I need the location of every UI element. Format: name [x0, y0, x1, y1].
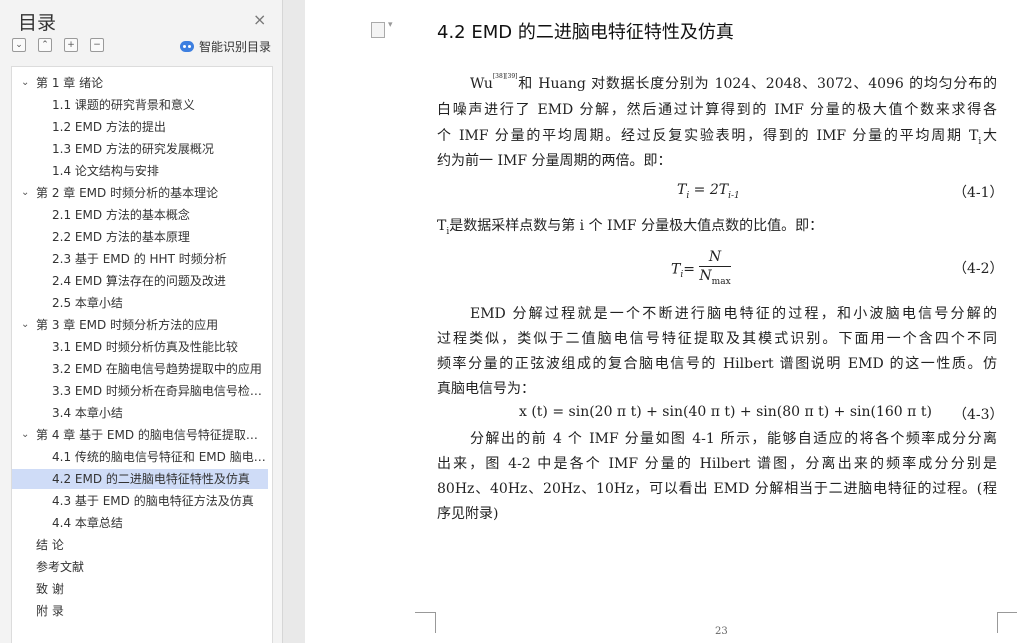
document-page: 4.2 EMD 的二进脑电特征特性及仿真 Wu[38][39]和 Huang 对… — [305, 0, 1017, 643]
equation-4-3: x (t) = sin(20 π t) + sin(40 π t) + sin(… — [519, 404, 932, 420]
toc-item-label: 4.4 本章总结 — [52, 516, 123, 530]
smart-toc-button[interactable]: 智能识别目录 — [180, 38, 271, 55]
toc-section-item[interactable]: 4.2 EMD 的二进脑电特征特性及仿真 — [12, 469, 268, 489]
paragraph-line: Ti是数据采样点数与第 i 个 IMF 分量极大值点数的比值。即： — [437, 218, 824, 237]
toc-item-label: 第 3 章 EMD 时频分析方法的应用 — [36, 318, 219, 332]
toc-section-item[interactable]: 3.2 EMD 在脑电信号趋势提取中的应用 — [12, 359, 268, 379]
page-options-icon[interactable] — [371, 20, 393, 38]
equation-number: （4-3） — [953, 407, 1004, 423]
equation-4-2: Ti= N Nmax — [671, 249, 731, 287]
toc-item-label: 2.1 EMD 方法的基本概念 — [52, 208, 190, 222]
paragraph-line: EMD 分解过程就是一个不断进行脑电特征的过程，和小波脑电信号分解的 — [470, 306, 997, 322]
toc-chapter-item[interactable]: 附 录 — [12, 601, 268, 621]
toc-item-label: 3.3 EMD 时频分析在奇异脑电信号检测中的应用 — [52, 384, 268, 398]
toc-section-item[interactable]: 1.4 论文结构与安排 — [12, 161, 268, 181]
toc-toolbar: ⌄ ⌃ + − — [12, 38, 104, 54]
toc-chapter-item[interactable]: ⌄ 第 2 章 EMD 时频分析的基本理论 — [12, 183, 268, 203]
chevron-down-icon[interactable]: ⌄ — [21, 315, 29, 335]
toc-item-label: 4.1 传统的脑电信号特征和 EMD 脑电特征 — [52, 450, 268, 464]
toc-item-label: 第 2 章 EMD 时频分析的基本理论 — [36, 186, 219, 200]
toc-section-item[interactable]: 1.2 EMD 方法的提出 — [12, 117, 268, 137]
paragraph-line: 频率分量的正弦波组成的复合脑电信号的 Hilbert 谱图说明 EMD 的这一性… — [437, 356, 997, 372]
toc-section-item[interactable]: 2.4 EMD 算法存在的问题及改进 — [12, 271, 268, 291]
paragraph-line: 约为前一 IMF 分量周期的两倍。即： — [437, 153, 672, 169]
toc-item-label: 1.3 EMD 方法的研究发展概况 — [52, 142, 214, 156]
toc-section-item[interactable]: 2.1 EMD 方法的基本概念 — [12, 205, 268, 225]
paragraph-line: 白噪声进行了 EMD 分解，然后通过计算得到的 IMF 分量的极大值个数来求得各 — [437, 102, 997, 118]
paragraph-line: 出来，图 4-2 中是各个 IMF 分量的 Hilbert 谱图，分离出来的频率… — [437, 456, 997, 472]
paragraph-line: 个 IMF 分量的平均周期。经过反复实验表明，得到的 IMF 分量的平均周期 T… — [437, 128, 998, 147]
toc-item-label: 结 论 — [36, 538, 64, 552]
toc-item-label: 2.2 EMD 方法的基本原理 — [52, 230, 190, 244]
robot-icon — [180, 41, 194, 52]
paragraph-line: 真脑电信号为： — [437, 381, 535, 397]
toc-chapter-item[interactable]: ⌄ 第 3 章 EMD 时频分析方法的应用 — [12, 315, 268, 335]
toc-section-item[interactable]: 1.1 课题的研究背景和意义 — [12, 95, 268, 115]
toc-chapter-item[interactable]: 参考文献 — [12, 557, 268, 577]
close-icon[interactable]: × — [253, 10, 266, 29]
toc-item-label: 2.4 EMD 算法存在的问题及改进 — [52, 274, 226, 288]
paragraph-line: Wu[38][39]和 Huang 对数据长度分别为 1024、2048、307… — [470, 73, 997, 92]
toc-section-item[interactable]: 3.3 EMD 时频分析在奇异脑电信号检测中的应用 — [12, 381, 268, 401]
paragraph-line: 80Hz、40Hz、20Hz、10Hz，可以看出 EMD 分解相当于二进脑电特征… — [437, 481, 997, 497]
toc-section-item[interactable]: 4.3 基于 EMD 的脑电特征方法及仿真 — [12, 491, 268, 511]
toc-item-label: 1.4 论文结构与安排 — [52, 164, 159, 178]
paragraph-line: 过程类似，类似于二值脑电信号特征提取及其模式识别。下面用一个含四个不同 — [437, 331, 997, 347]
toc-section-item[interactable]: 2.2 EMD 方法的基本原理 — [12, 227, 268, 247]
expand-all-button[interactable]: ⌄ — [12, 38, 26, 52]
toc-item-label: 3.2 EMD 在脑电信号趋势提取中的应用 — [52, 362, 262, 376]
toc-item-label: 第 4 章 基于 EMD 的脑电信号特征提取方法 — [36, 428, 268, 442]
toc-chapter-item[interactable]: ⌄ 第 4 章 基于 EMD 的脑电信号特征提取方法 — [12, 425, 268, 445]
collapse-all-button[interactable]: ⌃ — [38, 38, 52, 52]
page-corner-mark — [415, 612, 436, 633]
toc-item-label: 3.4 本章小结 — [52, 406, 123, 420]
toc-chapter-item[interactable]: 结 论 — [12, 535, 268, 555]
equation-number: （4-2） — [953, 261, 1004, 277]
toc-chapter-item[interactable]: ⌄ 第 1 章 绪论 — [12, 73, 268, 93]
toc-section-item[interactable]: 4.4 本章总结 — [12, 513, 268, 533]
chevron-down-icon[interactable]: ⌄ — [21, 425, 29, 445]
toc-section-item[interactable]: 2.3 基于 EMD 的 HHT 时频分析 — [12, 249, 268, 269]
toc-item-label: 第 1 章 绪论 — [36, 76, 104, 90]
toc-section-item[interactable]: 2.5 本章小结 — [12, 293, 268, 313]
chevron-down-icon[interactable]: ⌄ — [21, 73, 29, 93]
page-corner-mark — [997, 612, 1017, 633]
toc-item-label: 1.1 课题的研究背景和意义 — [52, 98, 195, 112]
toc-item-label: 4.3 基于 EMD 的脑电特征方法及仿真 — [52, 494, 254, 508]
section-heading: 4.2 EMD 的二进脑电特征特性及仿真 — [437, 22, 734, 43]
equation-4-1: Ti = 2Ti-1 — [677, 182, 740, 201]
toc-section-item[interactable]: 4.1 传统的脑电信号特征和 EMD 脑电特征 — [12, 447, 268, 467]
add-entry-button[interactable]: + — [64, 38, 78, 52]
toc-chapter-item[interactable]: 致 谢 — [12, 579, 268, 599]
toc-section-item[interactable]: 1.3 EMD 方法的研究发展概况 — [12, 139, 268, 159]
toc-section-item[interactable]: 3.4 本章小结 — [12, 403, 268, 423]
toc-item-label: 2.3 基于 EMD 的 HHT 时频分析 — [52, 252, 227, 266]
toc-item-label: 3.1 EMD 时频分析仿真及性能比较 — [52, 340, 238, 354]
smart-toc-label: 智能识别目录 — [199, 40, 272, 54]
toc-section-item[interactable]: 3.1 EMD 时频分析仿真及性能比较 — [12, 337, 268, 357]
toc-item-label: 附 录 — [36, 604, 64, 618]
toc-item-label: 致 谢 — [36, 582, 64, 596]
toc-navigation-pane: 目录 × ⌄ ⌃ + − 智能识别目录 ⌄ 第 1 章 绪论 1.1 课题的研究背景… — [0, 0, 283, 643]
toc-item-label: 1.2 EMD 方法的提出 — [52, 120, 166, 134]
chevron-down-icon[interactable]: ⌄ — [21, 183, 29, 203]
paragraph-line: 分解出的前 4 个 IMF 分量如图 4-1 所示，能够自适应的将各个频率成分分… — [470, 431, 997, 447]
equation-number: （4-1） — [953, 185, 1004, 201]
nav-title: 目录 — [18, 12, 57, 34]
toc-item-label: 参考文献 — [36, 560, 85, 574]
page-number: 23 — [715, 626, 728, 637]
toc-item-label: 4.2 EMD 的二进脑电特征特性及仿真 — [52, 472, 250, 486]
toc-list: ⌄ 第 1 章 绪论 1.1 课题的研究背景和意义 1.2 EMD 方法的提出 1.3 … — [11, 66, 273, 643]
paragraph-line: 序见附录) — [437, 506, 499, 522]
toc-item-label: 2.5 本章小结 — [52, 296, 123, 310]
remove-entry-button[interactable]: − — [90, 38, 104, 52]
